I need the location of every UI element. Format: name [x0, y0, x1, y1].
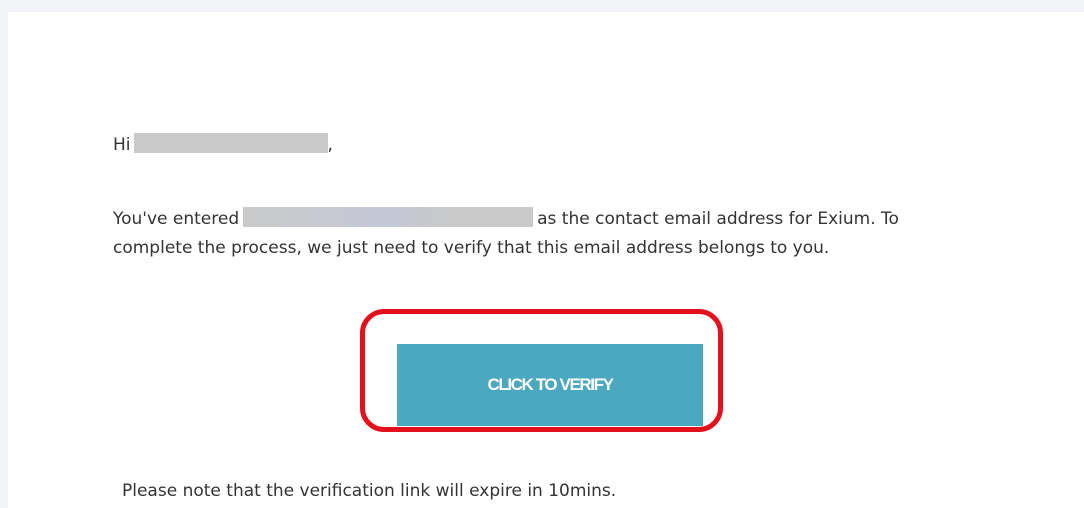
intro-paragraph: You've entered as the contact email addre… — [113, 205, 973, 263]
greeting-prefix: Hi — [113, 135, 131, 155]
greeting-suffix: , — [327, 135, 333, 155]
intro-before: You've entered — [113, 209, 240, 229]
greeting: Hi, — [113, 133, 333, 157]
verify-button[interactable]: CLICK TO VERIFY — [397, 344, 703, 426]
verify-button-label: CLICK TO VERIFY — [487, 375, 613, 394]
redacted-email-link[interactable] — [243, 207, 534, 227]
expiry-note: Please note that the verification link w… — [122, 481, 617, 501]
redacted-recipient-name — [133, 133, 328, 153]
